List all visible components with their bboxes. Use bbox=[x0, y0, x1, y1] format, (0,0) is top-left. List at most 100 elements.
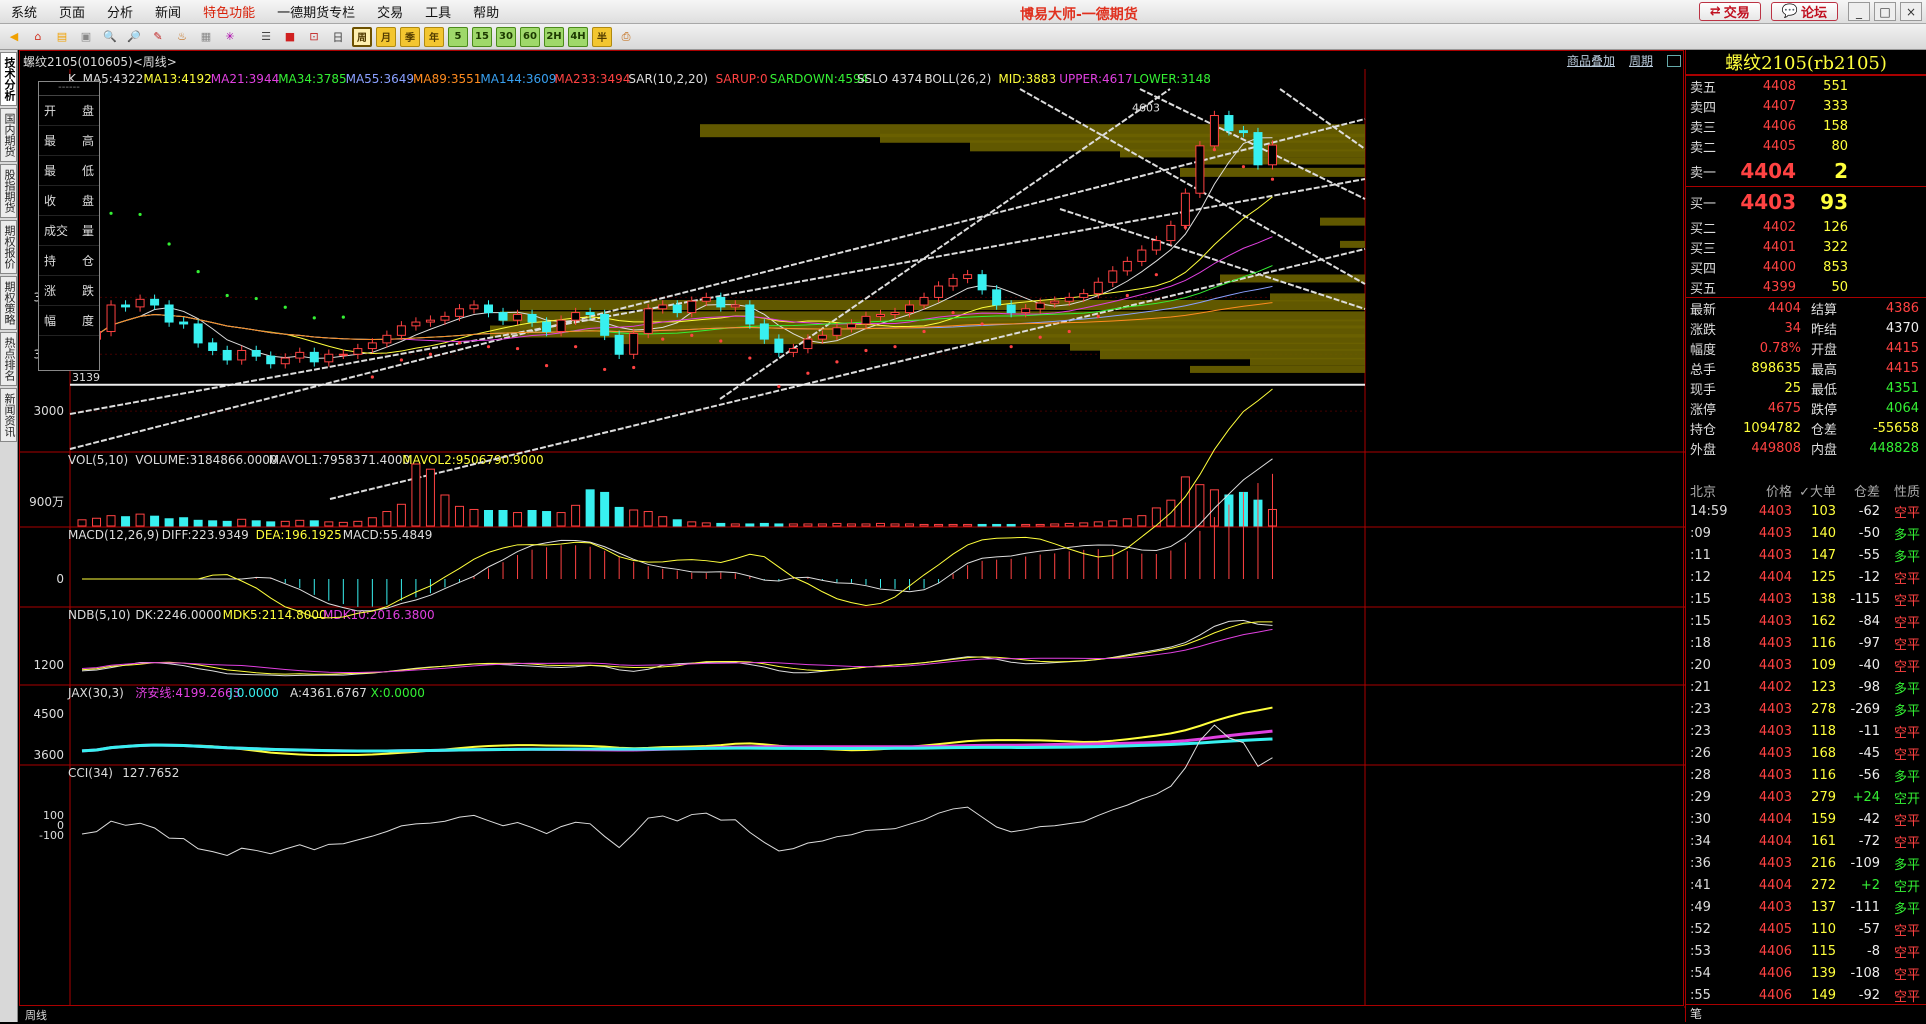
indicator-label: DEA:196.1925 bbox=[256, 528, 342, 542]
tick-row: :36 4403 216 -109 多平 bbox=[1686, 852, 1926, 874]
left-tab[interactable]: 期权策略 bbox=[0, 276, 17, 330]
minimize-icon[interactable]: _ bbox=[1848, 2, 1870, 21]
sar-dot bbox=[1241, 165, 1246, 169]
tick-nature: 空开 bbox=[1893, 791, 1920, 807]
candle bbox=[411, 321, 421, 327]
tick-tab[interactable]: 笔 bbox=[1686, 1004, 1926, 1022]
indicator-label: LOWER:3148 bbox=[1133, 72, 1211, 86]
volume-bar bbox=[280, 520, 290, 527]
tick-row: :26 4403 168 -45 空平 bbox=[1686, 742, 1926, 764]
arrow-left-icon[interactable]: ◀ bbox=[4, 27, 24, 47]
list-icon[interactable]: ☰ bbox=[256, 27, 276, 47]
chat-icon: 💬 bbox=[1781, 4, 1798, 19]
close-icon[interactable]: × bbox=[1900, 2, 1922, 21]
volume-profile-bar bbox=[1250, 357, 1365, 366]
zoom-out-icon[interactable]: 🔎 bbox=[124, 27, 144, 47]
period-button[interactable]: 15 bbox=[472, 26, 492, 47]
forum-button[interactable]: 💬 论坛 bbox=[1770, 2, 1838, 21]
stat-label: 涨停 bbox=[1690, 402, 1717, 418]
volume-bar bbox=[1180, 476, 1190, 527]
stats-icon[interactable]: ▦ bbox=[196, 27, 216, 47]
left-tab[interactable]: 技术分析 bbox=[0, 52, 17, 106]
left-tab[interactable]: 热点排名 bbox=[0, 332, 17, 386]
menu-item[interactable]: 特色功能 bbox=[192, 2, 266, 21]
chart-symbol: 螺纹2105(010605)<周线> bbox=[23, 55, 177, 69]
volume-bar bbox=[193, 519, 203, 527]
quote-cell: 卖四 bbox=[1690, 100, 1717, 116]
menu-item[interactable]: 页面 bbox=[48, 2, 96, 21]
info-row: 持仓 bbox=[39, 246, 99, 276]
left-tab[interactable]: 国内期货 bbox=[0, 108, 17, 162]
menu-item[interactable]: 系统 bbox=[0, 2, 48, 21]
period-button[interactable]: 周 bbox=[352, 26, 372, 47]
volume-bar bbox=[1035, 523, 1045, 527]
volume-bar bbox=[396, 503, 406, 527]
quote-cell: 4404 bbox=[1740, 159, 1796, 183]
period-button[interactable]: 4H bbox=[568, 26, 588, 47]
trade-button[interactable]: ⇄ 交易 bbox=[1698, 2, 1761, 21]
period-button[interactable]: 5 bbox=[448, 26, 468, 47]
stop-icon[interactable]: ■ bbox=[280, 27, 300, 47]
chart-area[interactable]: 螺纹2105(010605)<周线> 商品叠加 周期 K MA5:4322 MA13… bbox=[19, 50, 1685, 1024]
menu-item[interactable]: 帮助 bbox=[462, 2, 510, 21]
chart-canvas[interactable]: K MA5:4322 MA13:4192MA21:3944MA34:3785MA55… bbox=[20, 69, 1685, 1024]
quote-cell: 买四 bbox=[1690, 261, 1717, 277]
sar-dot bbox=[603, 367, 607, 372]
sar-dot bbox=[893, 345, 897, 349]
sar-dot bbox=[777, 384, 781, 389]
pen-icon[interactable]: ✎ bbox=[148, 27, 168, 47]
volume-bar bbox=[1021, 523, 1031, 527]
tick-nature: 多平 bbox=[1893, 769, 1920, 785]
indicator-label: VOL(5,10) bbox=[68, 453, 128, 467]
new-icon[interactable]: ✳ bbox=[220, 27, 240, 47]
sar-dot bbox=[951, 310, 955, 315]
macd-zero: 0 bbox=[56, 572, 64, 586]
tick-list[interactable]: 北京 价格 ✓大单 仓差 性质 14:59 4403 103 -62 空平:09 4403 140 -5… bbox=[1686, 480, 1926, 1006]
candle bbox=[266, 355, 276, 365]
candle bbox=[1209, 115, 1219, 147]
period-link[interactable]: 周期 bbox=[1629, 52, 1653, 69]
home-icon[interactable]: ⌂ bbox=[28, 27, 48, 47]
period-button[interactable]: 60 bbox=[520, 26, 540, 47]
menu-item[interactable]: 交易 bbox=[366, 2, 414, 21]
menu-item[interactable]: 工具 bbox=[414, 2, 462, 21]
window-icon[interactable]: ▣ bbox=[76, 27, 96, 47]
candle bbox=[396, 325, 406, 336]
menu-item[interactable]: 一德期货专栏 bbox=[266, 2, 366, 21]
candle bbox=[934, 285, 944, 298]
price-mark: 3139 bbox=[72, 371, 100, 384]
menu-item[interactable]: 分析 bbox=[96, 2, 144, 21]
overlay-link[interactable]: 商品叠加 bbox=[1567, 52, 1615, 69]
zoom-icon[interactable]: 🔍 bbox=[100, 27, 120, 47]
indicator-label: MA89:3551 bbox=[413, 72, 481, 86]
volume-bar bbox=[861, 523, 871, 527]
menu-item[interactable]: 新闻 bbox=[144, 2, 192, 21]
period-button[interactable]: 30 bbox=[496, 26, 516, 47]
indicator-label: 127.7652 bbox=[122, 766, 179, 780]
left-tab[interactable]: 股指期货 bbox=[0, 164, 17, 218]
period-button[interactable]: 月 bbox=[376, 26, 396, 47]
brush-icon[interactable]: ♨ bbox=[172, 27, 192, 47]
sar-dot bbox=[748, 356, 752, 360]
left-tab[interactable]: 期权报价 bbox=[0, 220, 17, 274]
window-layout-icon[interactable] bbox=[1667, 54, 1681, 67]
tick-oi-change: -269 bbox=[1850, 701, 1880, 717]
period-button[interactable]: 半 bbox=[592, 26, 612, 47]
print-icon[interactable]: ⎙ bbox=[616, 27, 636, 47]
day-icon[interactable]: 日 bbox=[328, 27, 348, 47]
tick-price: 4403 bbox=[1758, 591, 1792, 607]
period-button[interactable]: 季 bbox=[400, 26, 420, 47]
tick-row: :30 4404 159 -42 空平 bbox=[1686, 808, 1926, 830]
stat-value: 34 bbox=[1784, 320, 1801, 336]
book-icon[interactable]: ▤ bbox=[52, 27, 72, 47]
period-button[interactable]: 年 bbox=[424, 26, 444, 47]
tick-oi-change: +2 bbox=[1860, 877, 1880, 893]
maximize-icon[interactable]: □ bbox=[1874, 2, 1896, 21]
volume-bar bbox=[542, 511, 552, 527]
stat-value: 1094782 bbox=[1743, 420, 1801, 436]
text-icon[interactable]: ⊡ bbox=[304, 27, 324, 47]
left-tab[interactable]: 新闻资讯 bbox=[0, 388, 17, 442]
indicator-label: DK:2246.0000 bbox=[135, 608, 221, 622]
volume-bar bbox=[934, 523, 944, 527]
period-button[interactable]: 2H bbox=[544, 26, 564, 47]
